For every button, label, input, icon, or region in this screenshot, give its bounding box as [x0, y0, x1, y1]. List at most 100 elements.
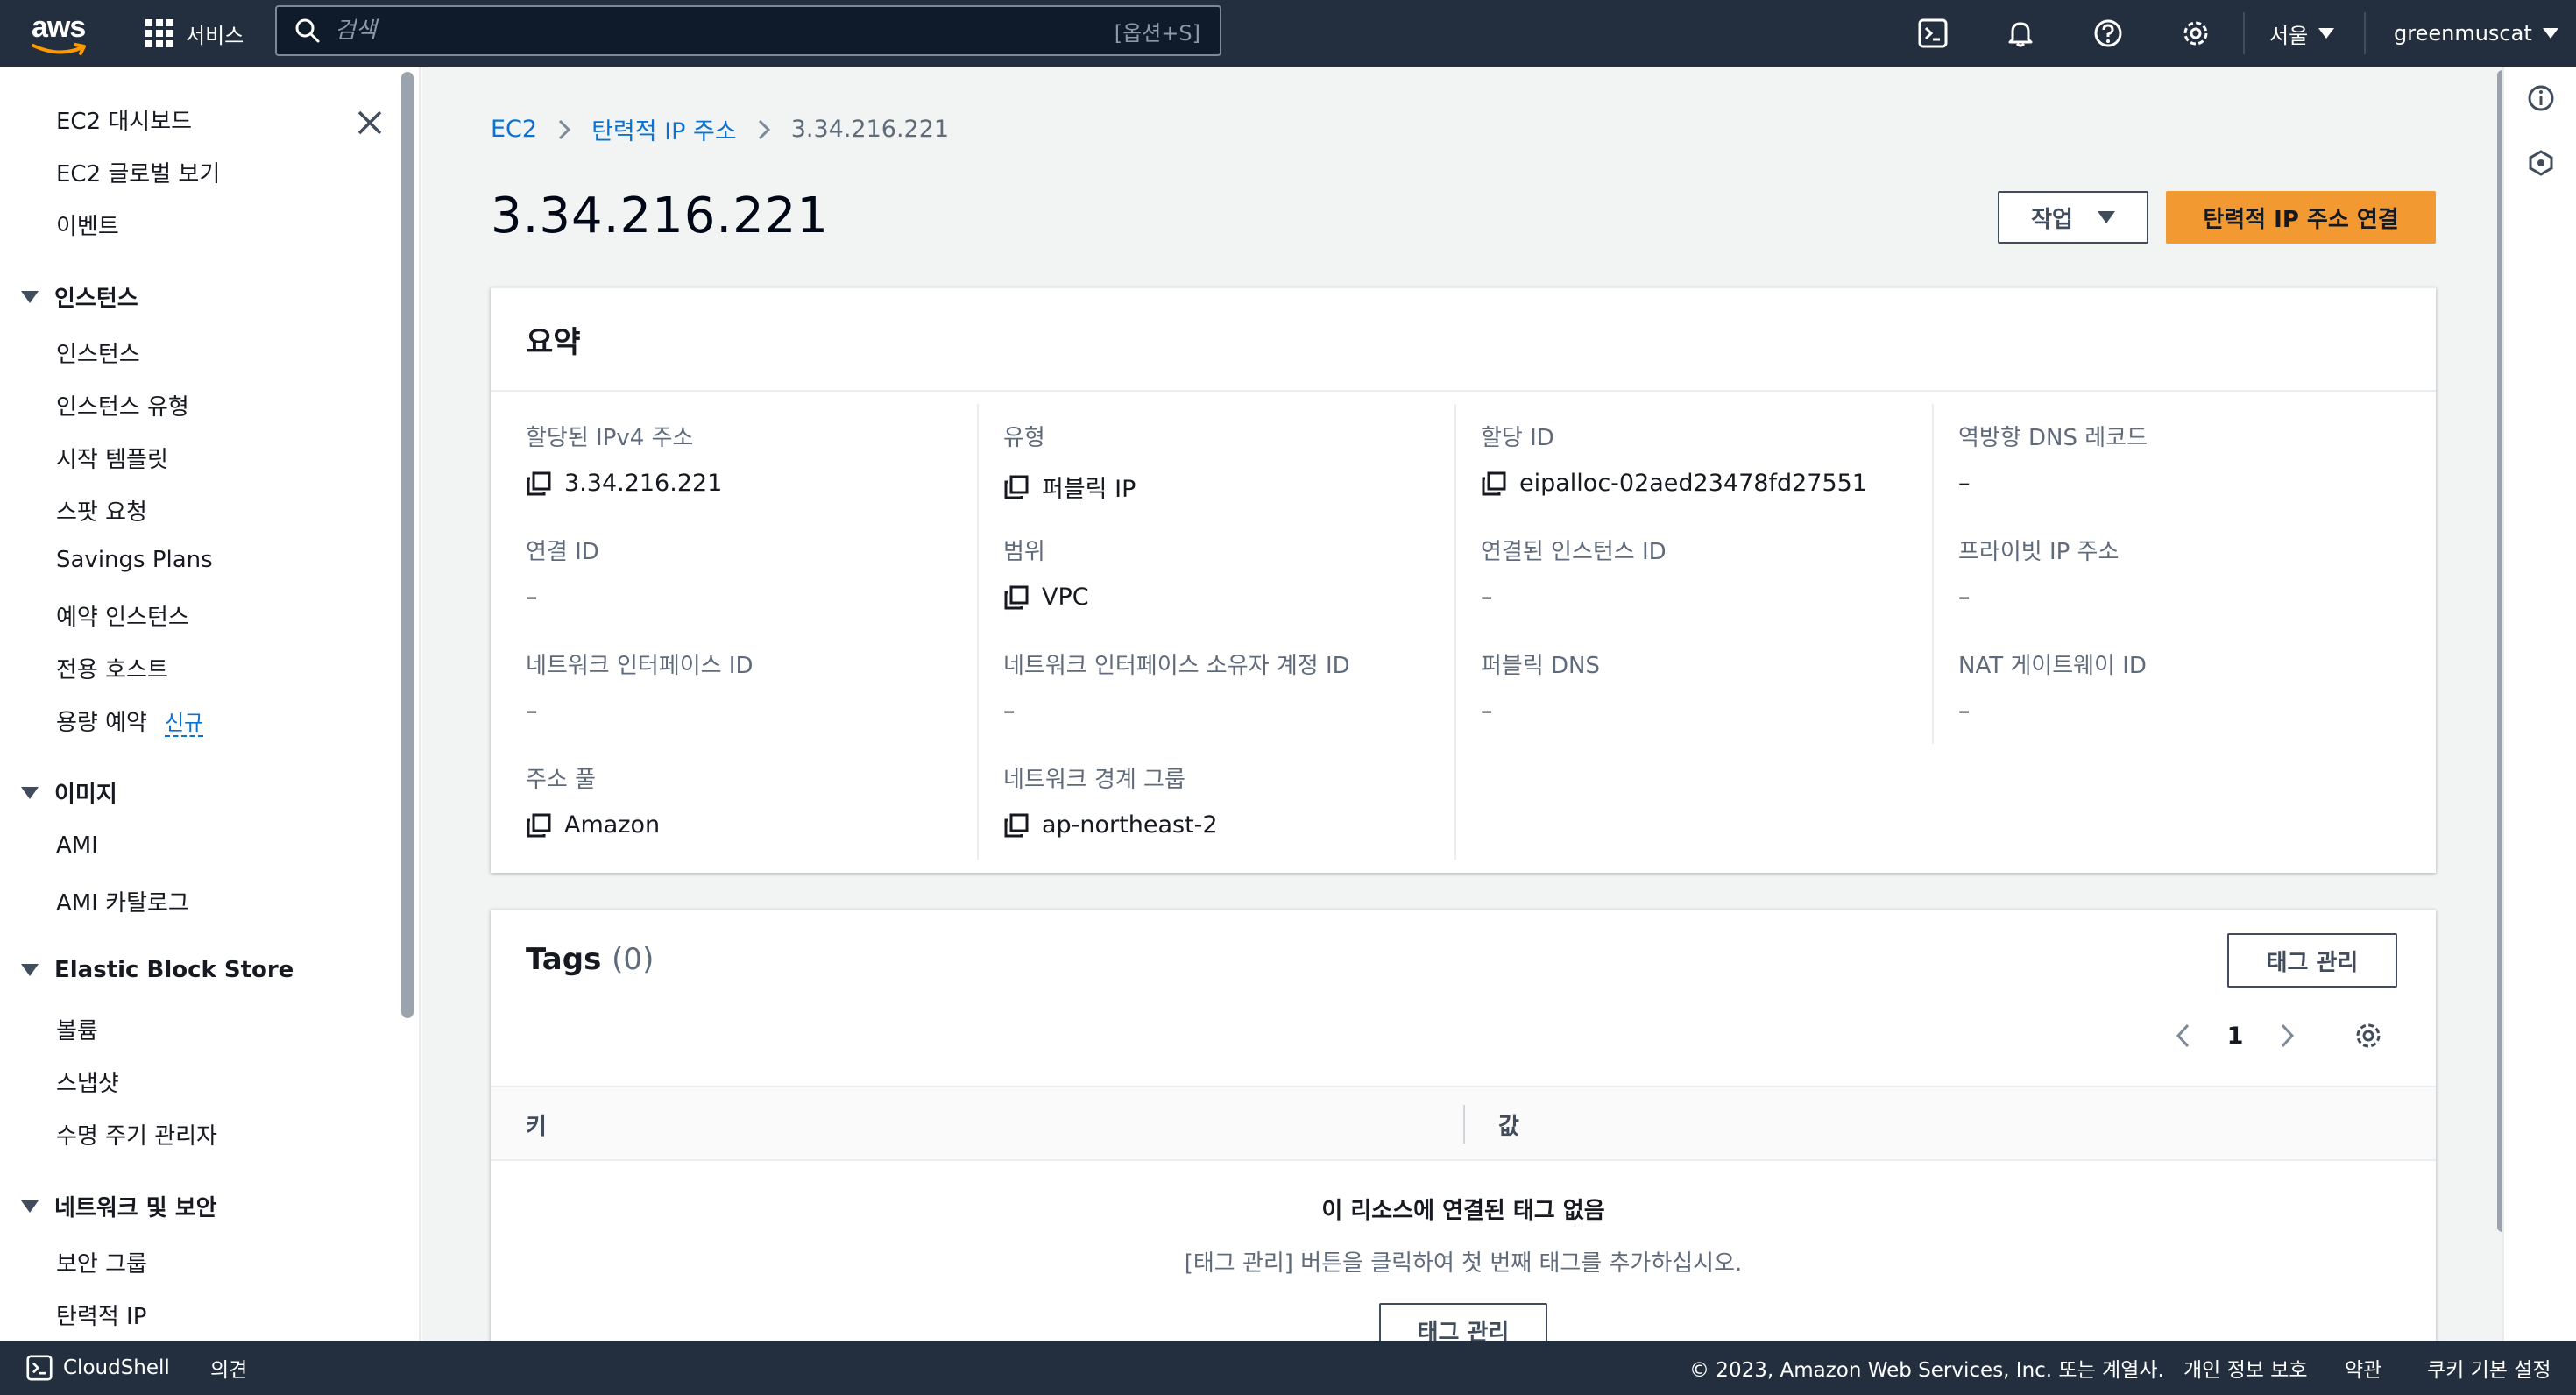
- caret-down-icon: [2097, 211, 2115, 223]
- field-network-border-group: 네트워크 경계 그룹 ap-northeast-2: [1003, 761, 1218, 839]
- services-menu-button[interactable]: 서비스: [145, 14, 244, 53]
- copy-icon[interactable]: [526, 471, 552, 497]
- field-value: 3.34.216.221: [526, 470, 722, 497]
- gear-icon: [2356, 1023, 2381, 1048]
- sidebar-item-snapshots[interactable]: 스냅샷: [56, 1066, 119, 1098]
- sidebar-item-label: 용량 예약: [56, 710, 147, 736]
- value-text: 퍼블릭 IP: [1042, 476, 1136, 503]
- sidebar-item-elastic-ips[interactable]: 탄력적 IP: [56, 1299, 146, 1331]
- field-private-ip: 프라이빗 IP 주소 –: [1958, 534, 2119, 611]
- copy-icon[interactable]: [1003, 474, 1030, 500]
- cloudshell-button[interactable]: CloudShell: [26, 1341, 170, 1395]
- new-badge: 신규: [164, 711, 204, 737]
- chevron-right-icon: [2281, 1023, 2295, 1048]
- feedback-link[interactable]: 의견: [210, 1341, 247, 1395]
- search-icon: [295, 18, 320, 43]
- field-label: 범위: [1003, 539, 1045, 565]
- close-icon[interactable]: [350, 103, 389, 142]
- sidebar-item-instance-types[interactable]: 인스턴스 유형: [56, 389, 189, 421]
- cookie-preferences-link[interactable]: 쿠키 기본 설정: [2427, 1341, 2551, 1395]
- field-reverse-dns: 역방향 DNS 레코드 –: [1958, 420, 2148, 497]
- value-text: ap-northeast-2: [1042, 811, 1218, 839]
- sidebar-item-volumes[interactable]: 볼륨: [56, 1013, 98, 1045]
- previous-page-button[interactable]: [2166, 1014, 2201, 1058]
- global-search[interactable]: [옵션+S]: [275, 5, 1221, 56]
- field-label: 연결 ID: [526, 539, 599, 565]
- field-label: 네트워크 인터페이스 소유자 계정 ID: [1003, 653, 1350, 679]
- sidebar-item-lifecycle-manager[interactable]: 수명 주기 관리자: [56, 1118, 217, 1151]
- column-divider: [1932, 404, 1934, 744]
- sidebar-item-reserved-instances[interactable]: 예약 인스턴스: [56, 599, 189, 632]
- breadcrumb-elastic-ips[interactable]: 탄력적 IP 주소: [591, 112, 737, 146]
- gear-icon[interactable]: [2175, 12, 2217, 54]
- account-name: greenmuscat: [2394, 21, 2532, 46]
- breadcrumb-ec2[interactable]: EC2: [491, 116, 537, 143]
- field-label: 유형: [1003, 425, 1045, 451]
- sidebar-item-events[interactable]: 이벤트: [56, 209, 119, 241]
- tags-count: (0): [612, 942, 655, 977]
- field-label: 연결된 인스턴스 ID: [1481, 539, 1667, 565]
- table-preferences-button[interactable]: [2346, 1014, 2390, 1058]
- bell-icon[interactable]: [1999, 12, 2042, 54]
- field-label: 프라이빗 IP 주소: [1958, 539, 2120, 565]
- search-input[interactable]: [335, 18, 1115, 44]
- sidebar-item-ami[interactable]: AMI: [56, 832, 98, 859]
- account-menu[interactable]: greenmuscat: [2394, 16, 2558, 51]
- sidebar-item-spot-requests[interactable]: 스팟 요청: [56, 494, 147, 527]
- privacy-link[interactable]: 개인 정보 보호: [2183, 1341, 2308, 1395]
- caret-down-icon: [21, 1200, 39, 1213]
- field-allocation-id: 할당 ID eipalloc-02aed23478fd27551: [1481, 420, 1867, 497]
- sidebar-item-dedicated-hosts[interactable]: 전용 호스트: [56, 652, 168, 684]
- help-icon[interactable]: [2087, 12, 2129, 54]
- hexagon-settings-icon[interactable]: [2522, 144, 2560, 182]
- sidebar-item-savings-plans[interactable]: Savings Plans: [56, 547, 213, 573]
- sidebar-item-security-groups[interactable]: 보안 그룹: [56, 1246, 147, 1278]
- terms-link[interactable]: 약관: [2345, 1341, 2381, 1395]
- info-icon[interactable]: [2522, 79, 2560, 117]
- breadcrumb-current: 3.34.216.221: [790, 116, 950, 143]
- cloudshell-icon[interactable]: [1912, 12, 1954, 54]
- next-page-button[interactable]: [2269, 1014, 2304, 1058]
- main-content: EC2 탄력적 IP 주소 3.34.216.221 3.34.216.221 …: [422, 67, 2502, 1341]
- sidebar-section-images[interactable]: 이미지: [21, 776, 117, 809]
- sidebar-item-ec2-dashboard[interactable]: EC2 대시보드: [56, 103, 192, 136]
- column-header-key: 키: [526, 1113, 547, 1140]
- sidebar-section-instances[interactable]: 인스턴스: [21, 280, 138, 313]
- top-navigation: aws 서비스 [옵션+S] 서울 greenmuscat: [0, 0, 2576, 67]
- summary-heading: 요약: [491, 288, 2436, 392]
- copy-icon[interactable]: [526, 812, 552, 839]
- copy-icon[interactable]: [1003, 584, 1030, 611]
- manage-tags-button[interactable]: 태그 관리: [2227, 933, 2397, 988]
- aws-logo[interactable]: aws: [30, 9, 93, 58]
- table-header: 키 값: [491, 1086, 2436, 1161]
- copy-icon[interactable]: [1481, 471, 1507, 497]
- field-label: 네트워크 경계 그룹: [1003, 767, 1185, 793]
- sidebar-item-ec2-global-view[interactable]: EC2 글로벌 보기: [56, 156, 220, 188]
- empty-state-description: [태그 관리] 버튼을 클릭하여 첫 번째 태그를 추가하십시오.: [1184, 1250, 1743, 1277]
- region-selector[interactable]: 서울: [2269, 16, 2335, 51]
- associate-elastic-ip-button[interactable]: 탄력적 IP 주소 연결: [2166, 191, 2436, 244]
- field-address-pool: 주소 풀 Amazon: [526, 761, 660, 839]
- cloudshell-label: CloudShell: [63, 1356, 170, 1379]
- chevron-left-icon: [2176, 1023, 2190, 1048]
- sidebar-item-launch-templates[interactable]: 시작 템플릿: [56, 442, 168, 474]
- breadcrumb: EC2 탄력적 IP 주소 3.34.216.221: [491, 112, 949, 146]
- nav-divider: [2364, 12, 2366, 54]
- sidebar-item-instances[interactable]: 인스턴스: [56, 336, 140, 369]
- column-divider: [1463, 1105, 1465, 1144]
- apps-grid-icon: [145, 19, 173, 47]
- field-network-interface-owner: 네트워크 인터페이스 소유자 계정 ID –: [1003, 648, 1350, 725]
- sidebar-item-ami-catalog[interactable]: AMI 카탈로그: [56, 885, 189, 917]
- field-value: eipalloc-02aed23478fd27551: [1481, 470, 1867, 497]
- sidebar-section-label: 네트워크 및 보안: [54, 1195, 217, 1222]
- empty-state-manage-tags-button[interactable]: 태그 관리: [1379, 1303, 1547, 1341]
- copy-icon[interactable]: [1003, 812, 1030, 839]
- actions-dropdown-button[interactable]: 작업: [1998, 191, 2148, 244]
- sidebar-section-ebs[interactable]: Elastic Block Store: [21, 957, 294, 983]
- page-number-button[interactable]: 1: [2213, 1014, 2257, 1058]
- sidebar-section-network-security[interactable]: 네트워크 및 보안: [21, 1190, 217, 1222]
- sidebar-item-capacity-reservations[interactable]: 용량 예약 신규: [56, 705, 204, 737]
- column-divider: [977, 404, 979, 860]
- sidebar-scrollbar[interactable]: [401, 72, 414, 1018]
- field-label: NAT 게이트웨이 ID: [1958, 653, 2147, 679]
